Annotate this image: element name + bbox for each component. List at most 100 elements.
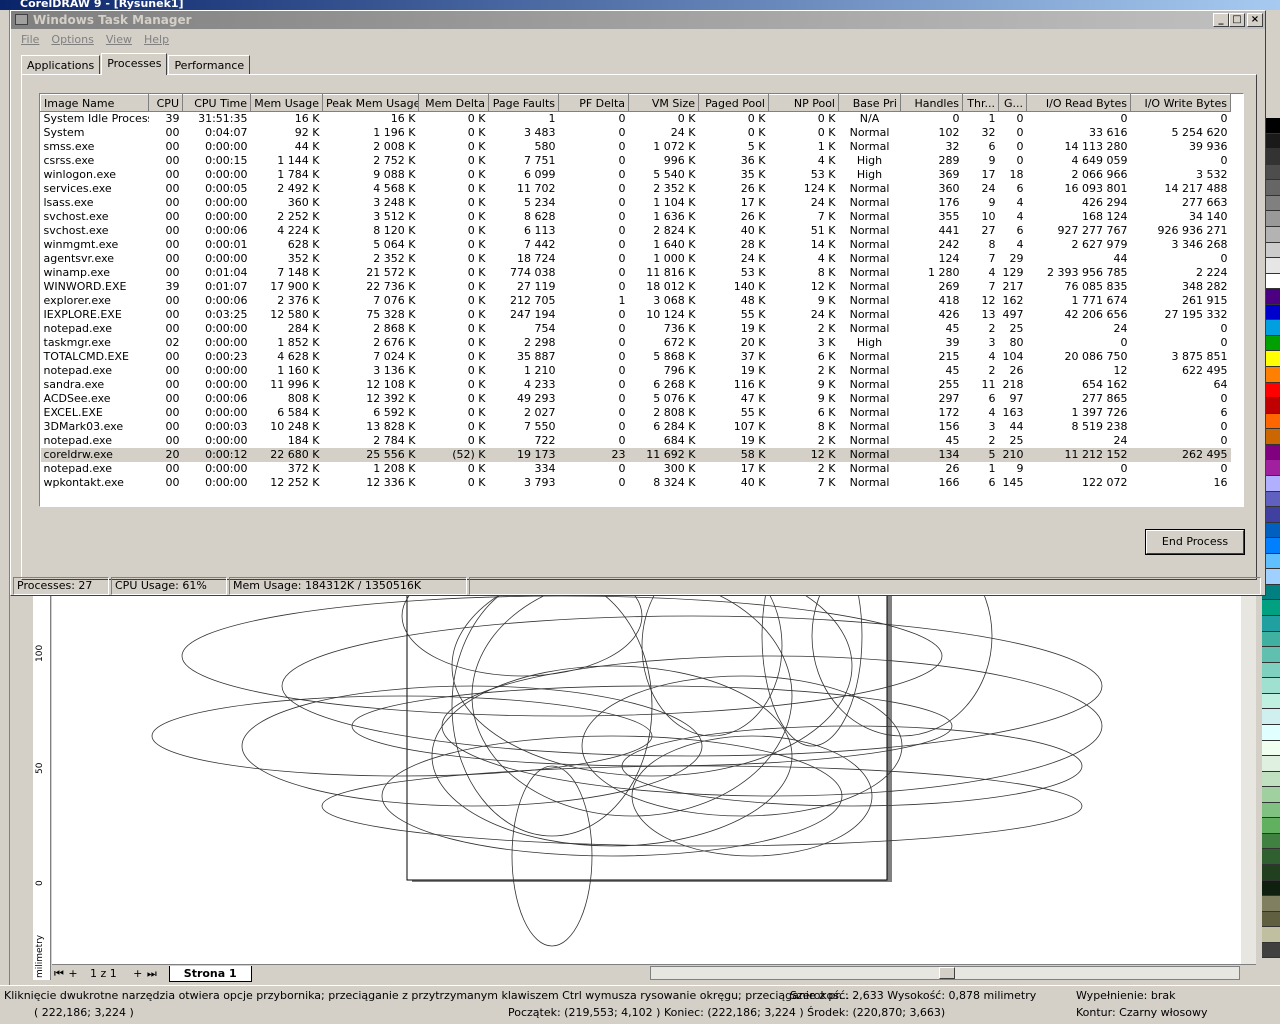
table-row[interactable]: notepad.exe 00 0:00:00 184 K 2 784 K 0 K 722 0 6… [41,434,1231,448]
column-header[interactable]: I/O Read Bytes [1026,94,1131,112]
table-row[interactable]: winmgmt.exe 00 0:00:01 628 K 5 064 K 0 K 7 442… [41,238,1231,252]
column-header[interactable]: CPU Time [182,94,251,112]
palette-swatch[interactable] [1262,662,1280,679]
table-row[interactable]: svchost.exe 00 0:00:00 2 252 K 3 512 K 0 K 8 6… [41,210,1231,224]
palette-swatch[interactable] [1262,818,1280,834]
table-row[interactable]: notepad.exe 00 0:00:00 372 K1 208 K0 K 334 0 3… [41,462,1231,476]
column-header[interactable]: CPU [148,94,183,112]
horizontal-scrollbar[interactable] [650,966,1240,980]
palette-swatch[interactable] [1262,756,1280,772]
task-manager-title-bar[interactable]: Windows Task Manager _ □ × [11,11,1265,29]
palette-swatch[interactable] [1262,787,1280,803]
column-header[interactable]: Handles [900,94,963,112]
palette-swatch[interactable] [1262,631,1280,648]
column-header[interactable]: Thr... [962,94,999,112]
page-tab-strona-1[interactable]: Strona 1 [168,965,252,982]
column-header[interactable]: Base Pri [838,94,901,112]
add-page-icon[interactable]: + [66,967,80,980]
table-row[interactable]: csrss.exe 00 0:00:15 1 144 K2 752 K0 K7 751… [41,154,1231,168]
palette-swatch[interactable] [1262,833,1280,850]
table-row[interactable]: 3DMark03.exe 00 0:00:03 10 248 K 13 828 K0 K… [41,420,1231,434]
minimize-button[interactable]: _ [1213,13,1229,27]
table-row[interactable]: System Idle Process 39 31:51:35 16 K 16 K 0 K… [41,112,1231,126]
table-row[interactable]: notepad.exe 00 0:00:00 1 160 K 3 136 K 0 K 1 2… [41,364,1231,378]
column-header[interactable]: Image Name [40,94,149,112]
maximize-button[interactable]: □ [1229,13,1245,27]
palette-swatch[interactable] [1262,865,1280,881]
palette-swatch[interactable] [1262,678,1280,694]
column-header[interactable]: Page Faults [488,94,559,112]
palette-swatch[interactable] [1262,942,1280,959]
table-row[interactable]: WINWORD.EXE 39 0:01:07 17 900 K 22 736 K 0 K 2… [41,280,1231,294]
table-row[interactable]: explorer.exe 00 0:00:06 2 376 K 7 076 K 0 K 21… [41,294,1231,308]
table-cell: 18 [1009,168,1024,181]
menu-file[interactable]: File [15,33,45,46]
menu-view[interactable]: View [100,33,138,46]
add-page-after-icon[interactable]: + [131,967,145,980]
table-row[interactable]: svchost.exe 00 0:00:06 4 224 K 8 120 K 0 K 6 1… [41,224,1231,238]
palette-swatch[interactable] [1262,771,1280,788]
palette-swatch[interactable] [1262,927,1280,943]
scroll-thumb[interactable] [939,967,955,979]
table-row[interactable]: notepad.exe 00 0:00:00 284 K 2 868 K 0 K 754 0 7… [41,322,1231,336]
tab-processes[interactable]: Processes [101,53,168,75]
palette-swatch[interactable] [1262,849,1280,865]
table-row[interactable]: sandra.exe 00 0:00:00 11 996 K 12 108 K 0 K 4 … [41,378,1231,392]
table-cell: N/A [859,112,880,126]
palette-swatch[interactable] [1262,709,1280,725]
palette-swatch[interactable] [1262,693,1280,710]
table-cell: 5 540 K [653,168,696,181]
table-row[interactable]: services.exe 00 0:00:05 2 492 K 4 568 K 0 K 11… [41,182,1231,196]
table-row[interactable]: System 00 0:04:07 92 K 1 196 K 0 K 3 483 0 24 K 0… [41,126,1231,140]
palette-swatch[interactable] [1262,647,1280,663]
table-row[interactable]: TOTALCMD.EXE 00 0:00:23 4 628 K 7 024 K 0 K 35… [41,350,1231,364]
palette-swatch[interactable] [1262,616,1280,632]
palette-swatch[interactable] [1262,802,1280,819]
menu-options[interactable]: Options [45,33,99,46]
table-cell: 31:51:35 [198,112,248,126]
palette-swatch[interactable] [1262,724,1280,741]
table-row[interactable]: agentsvr.exe 00 0:00:00 352 K2 352 K0 K 18 7… [41,252,1231,266]
palette-swatch[interactable] [1262,740,1280,757]
table-row[interactable]: lsass.exe 00 0:00:00 360 K 3 248 K 0 K 5 234 0 1… [41,196,1231,210]
drawing-canvas[interactable] [52,596,1256,964]
table-row[interactable]: coreldrw.exe 20 0:00:12 22 680 K 25 556 K (52… [40,447,1231,462]
tab-performance[interactable]: Performance [168,55,251,75]
column-header[interactable]: G... [998,94,1027,112]
table-row[interactable]: IEXPLORE.EXE 00 0:03:25 12 580 K 75 328 K 0 K… [41,308,1231,322]
table-row[interactable]: EXCEL.EXE 00 0:00:00 6 584 K 6 592 K 0 K 2 027… [41,406,1231,420]
table-cell: 00 [165,126,180,139]
table-row[interactable]: wpkontakt.exe 00 0:00:00 12 252 K 12 336 K 0 … [41,476,1231,490]
column-header[interactable]: VM Size [628,94,699,112]
palette-swatch[interactable] [1262,896,1280,912]
palette-swatch[interactable] [1262,911,1280,928]
close-button[interactable]: × [1247,13,1263,27]
vertical-ruler[interactable]: 100 50 0 milimetry [33,596,51,980]
column-header[interactable]: Mem Usage [250,94,323,112]
process-list[interactable]: Image Name CPU CPU Time Mem Usage Peak Mem U… [39,93,1244,507]
corel-toolbox[interactable] [0,10,10,985]
table-row[interactable]: ACDSee.exe 00 0:00:06 808 K 12 392 K0 K 49 29… [41,392,1231,406]
table-cell: 0 [1120,336,1128,349]
last-page-icon[interactable]: ⏭ [145,967,159,981]
column-header[interactable]: NP Pool [768,94,839,112]
end-process-button[interactable]: End Process [1145,529,1245,555]
table-row[interactable]: winamp.exe 00 0:01:04 7 148 K 21 572 K 0 K 774… [41,266,1231,280]
table-row[interactable]: taskmgr.exe 02 0:00:00 1 852 K 2 676 K 0 K 2 2… [41,336,1231,350]
palette-swatch[interactable] [1262,880,1280,897]
column-header[interactable]: I/O Write Bytes [1130,94,1231,112]
table-cell: 352 K [287,252,320,265]
column-header[interactable]: Peak Mem Usage [322,94,419,112]
table-row[interactable]: smss.exe 00 0:00:00 44 K 2 008 K 0 K 580 0 1 072… [41,140,1231,154]
palette-swatch[interactable] [1262,600,1280,616]
vertical-scrollbar[interactable] [1240,596,1256,964]
first-page-icon[interactable]: ⏮ [52,967,66,981]
menu-help[interactable]: Help [138,33,175,46]
column-header[interactable]: PF Delta [558,94,629,112]
task-manager-window[interactable]: Windows Task Manager _ □ × File Options … [10,10,1266,596]
column-header[interactable]: Mem Delta [418,94,489,112]
table-row[interactable]: winlogon.exe 00 0:00:00 1 784 K 9 088 K 0 K 6 … [41,168,1231,182]
tab-applications[interactable]: Applications [21,55,101,75]
column-header[interactable]: Paged Pool [698,94,769,112]
table-cell: 1 [988,462,996,475]
